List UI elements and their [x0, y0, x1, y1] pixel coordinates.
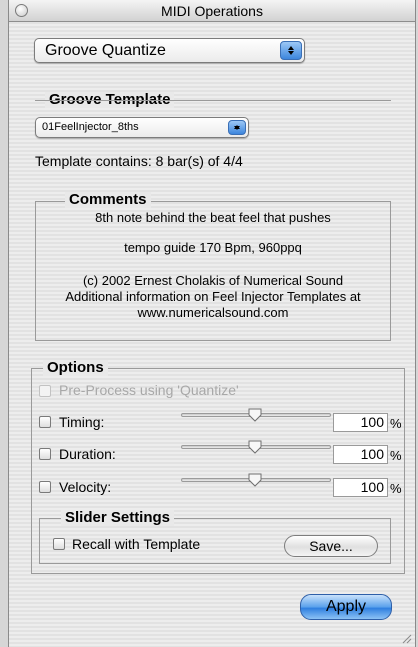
velocity-checkbox[interactable] — [39, 481, 51, 493]
template-contains-text: Template contains: 8 bar(s) of 4/4 — [35, 153, 243, 169]
velocity-slider-thumb[interactable] — [247, 472, 263, 488]
comments-heading: Comments — [65, 192, 151, 208]
preprocess-checkbox[interactable] — [39, 385, 51, 397]
velocity-unit: % — [390, 481, 402, 496]
comment-line-3: (c) 2002 Ernest Cholakis of Numerical So… — [82, 273, 344, 288]
comment-line-1: 8th note behind the beat feel that pushe… — [95, 210, 331, 225]
popup-arrows-icon — [228, 120, 246, 135]
groove-template-popup-label: 01FeelInjector_8ths — [42, 121, 139, 133]
timing-unit: % — [390, 416, 402, 431]
operation-popup[interactable]: Groove Quantize — [34, 38, 305, 63]
velocity-label: Velocity: — [59, 479, 112, 495]
recall-checkbox[interactable] — [53, 538, 65, 550]
duration-slider-thumb[interactable] — [247, 439, 263, 455]
operation-popup-label: Groove Quantize — [45, 42, 166, 59]
options-heading: Options — [43, 360, 108, 376]
velocity-value-field[interactable]: 100 — [333, 478, 388, 497]
resize-grip-icon[interactable] — [400, 632, 412, 644]
timing-value-field[interactable]: 100 — [333, 413, 388, 432]
preprocess-label: Pre-Process using 'Quantize' — [59, 382, 239, 398]
title-bar[interactable]: MIDI Operations — [9, 0, 415, 22]
comment-line-5: www.numericalsound.com — [137, 305, 289, 320]
timing-label: Timing: — [59, 414, 105, 430]
recall-label: Recall with Template — [72, 536, 201, 552]
save-button[interactable]: Save... — [284, 535, 378, 557]
duration-checkbox[interactable] — [39, 448, 51, 460]
duration-unit: % — [390, 448, 402, 463]
groove-template-popup[interactable]: 01FeelInjector_8ths — [35, 117, 249, 138]
popup-arrows-icon — [280, 41, 302, 60]
groove-template-rule — [35, 100, 391, 101]
duration-label: Duration: — [59, 446, 116, 462]
midi-operations-window: MIDI Operations Groove Quantize Groove T… — [8, 0, 416, 647]
comment-line-4: Additional information on Feel Injector … — [65, 289, 361, 304]
slider-settings-heading: Slider Settings — [61, 510, 175, 526]
duration-value-field[interactable]: 100 — [333, 445, 388, 464]
apply-button[interactable]: Apply — [300, 594, 392, 620]
comment-line-2: tempo guide 170 Bpm, 960ppq — [124, 240, 302, 255]
timing-checkbox[interactable] — [39, 416, 51, 428]
timing-slider-thumb[interactable] — [247, 407, 263, 423]
window-title: MIDI Operations — [161, 3, 263, 19]
